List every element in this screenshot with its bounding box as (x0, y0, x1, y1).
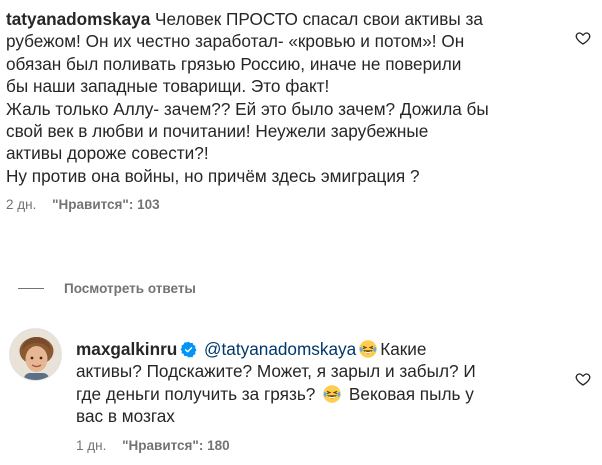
comment-text-line: Человек ПРОСТО спасал свои активы за (155, 9, 483, 29)
comment-line-1: maxgalkinru @tatyanadomskaya Какие (76, 338, 556, 360)
avatar[interactable] (9, 328, 62, 381)
comment-line-4: вас в мозгах (76, 406, 175, 427)
comment-text: tatyanadomskaya Человек ПРОСТО спасал св… (6, 8, 566, 187)
heart-icon[interactable] (575, 371, 591, 387)
view-replies-button[interactable]: Посмотреть ответы (18, 281, 196, 296)
comment-line-8: Ну против она войны, но причём здесь эми… (6, 165, 420, 186)
comment-time[interactable]: 2 дн. (6, 197, 36, 212)
view-replies-dash (18, 288, 44, 289)
comment-text-line: где деньги получить за грязь? (76, 383, 316, 404)
comment-line-4: бы наши западные товарищи. Это факт! (6, 76, 330, 97)
heart-icon[interactable] (575, 30, 591, 46)
comment-text: maxgalkinru @tatyanadomskaya Какие активы… (76, 338, 556, 428)
comment-line-3: обязан был поливать грязью Россию, иначе… (6, 53, 462, 74)
comment-username[interactable]: maxgalkinru (76, 339, 177, 359)
comment-line-7: активы дороже совести?! (6, 143, 209, 164)
mention-link[interactable]: @tatyanadomskaya (204, 339, 356, 359)
comment-likes[interactable]: "Нравится": 103 (52, 197, 160, 212)
comment-line-6: свой век в любви и почитании! Неужели за… (6, 121, 429, 142)
comment-line-5: Жаль только Аллу- зачем?? Ей это было за… (6, 98, 489, 119)
verified-badge-icon (180, 341, 197, 358)
comment-text-line: Какие (380, 339, 427, 359)
laughing-with-tears-emoji-icon (323, 385, 341, 403)
comment-line-1: tatyanadomskaya Человек ПРОСТО спасал св… (6, 8, 566, 30)
avatar-image (10, 329, 61, 380)
comment-line-2: активы? Подскажите? Может, я зарыл и заб… (76, 361, 476, 382)
comment-meta: 2 дн. "Нравится": 103 (6, 197, 566, 212)
comment-likes[interactable]: "Нравится": 180 (122, 438, 230, 453)
comment-text-line: Вековая пыль у (348, 383, 474, 404)
view-replies-label: Посмотреть ответы (64, 281, 196, 296)
comment-meta: 1 дн. "Нравится": 180 (76, 438, 556, 453)
comment-tatyanadomskaya: tatyanadomskaya Человек ПРОСТО спасал св… (6, 8, 566, 212)
comment-maxgalkinru: maxgalkinru @tatyanadomskaya Какие активы… (76, 338, 556, 453)
comment-username[interactable]: tatyanadomskaya (6, 9, 150, 29)
comment-line-3: где деньги получить за грязь? Вековая пы… (76, 383, 556, 405)
comment-line-2: рубежом! Он их честно заработал- «кровью… (6, 31, 465, 52)
laughing-with-tears-emoji-icon (359, 340, 377, 358)
comment-time[interactable]: 1 дн. (76, 438, 106, 453)
